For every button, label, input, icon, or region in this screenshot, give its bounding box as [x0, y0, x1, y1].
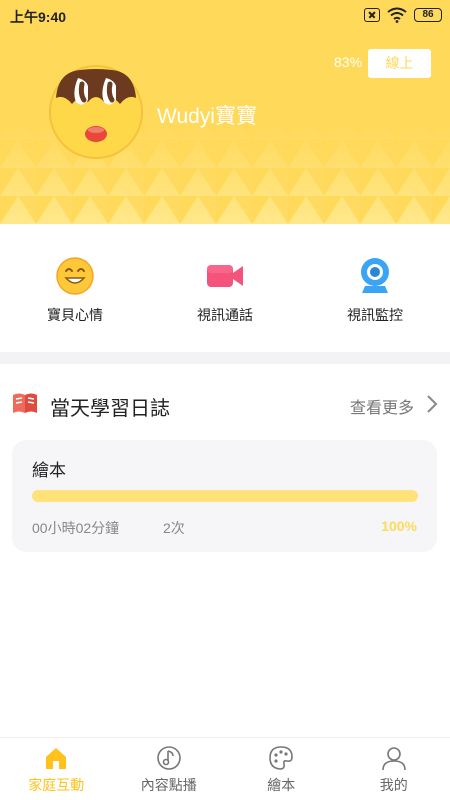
nav-tab-mine[interactable]: 我的: [338, 738, 450, 800]
study-count: 2次: [163, 520, 185, 536]
section-divider: [0, 352, 450, 364]
learning-log-card[interactable]: 繪本 00小時02分鐘 2次 100%: [12, 440, 437, 552]
online-status-button[interactable]: 線上: [368, 49, 431, 78]
device-battery-level: 83%: [334, 54, 363, 70]
progress-bar: [32, 490, 418, 502]
smiley-icon: [56, 257, 94, 295]
nav-tab-content[interactable]: 內容點播: [113, 738, 226, 800]
quick-actions: 寶貝心情 視訊通話 視訊監控: [0, 224, 450, 352]
status-time: 上午9:40: [10, 9, 67, 25]
chevron-right-icon[interactable]: [426, 394, 438, 414]
status-bar: 上午9:40 86: [0, 0, 450, 32]
section-title: 當天學習日誌: [50, 398, 170, 420]
music-note-icon: [156, 746, 181, 770]
webcam-icon: [361, 258, 389, 293]
baby-avatar[interactable]: [48, 64, 144, 160]
progress-fill: [32, 490, 418, 502]
baby-name: Wudyi寶寶: [157, 105, 257, 128]
wifi-icon: [387, 7, 407, 23]
palette-icon: [269, 746, 294, 770]
book-icon: [13, 393, 37, 413]
view-more-link[interactable]: 查看更多: [350, 394, 414, 418]
nav-tab-family[interactable]: 家庭互動: [0, 738, 113, 800]
action-baby-mood[interactable]: 寶貝心情: [15, 256, 135, 325]
video-camera-icon: [207, 265, 243, 287]
nav-label: 家庭互動: [28, 777, 85, 793]
home-icon: [46, 748, 67, 769]
nav-label: 我的: [379, 777, 408, 793]
status-icons: 86: [364, 7, 442, 23]
card-title: 繪本: [32, 461, 66, 480]
profile-header: 上午9:40 86 83% 線上 Wudyi寶寶: [0, 0, 450, 224]
person-icon: [381, 747, 406, 771]
action-video-monitor[interactable]: 視訊監控: [315, 256, 435, 325]
battery-icon: 86: [414, 8, 442, 22]
nav-tab-picture-books[interactable]: 繪本: [225, 738, 338, 800]
action-label: 視訊監控: [347, 307, 403, 323]
study-duration: 00小時02分鐘: [32, 520, 120, 536]
action-video-call[interactable]: 視訊通話: [165, 256, 285, 325]
progress-percent: 100%: [381, 518, 417, 534]
nav-label: 繪本: [267, 777, 296, 793]
action-label: 寶貝心情: [47, 307, 103, 323]
action-label: 視訊通話: [197, 307, 253, 323]
nav-label: 內容點播: [140, 777, 197, 793]
learning-log-header: 當天學習日誌 查看更多: [0, 380, 450, 428]
no-sim-icon: [364, 8, 380, 22]
bottom-nav: 家庭互動 內容點播 繪本 我的: [0, 737, 450, 800]
